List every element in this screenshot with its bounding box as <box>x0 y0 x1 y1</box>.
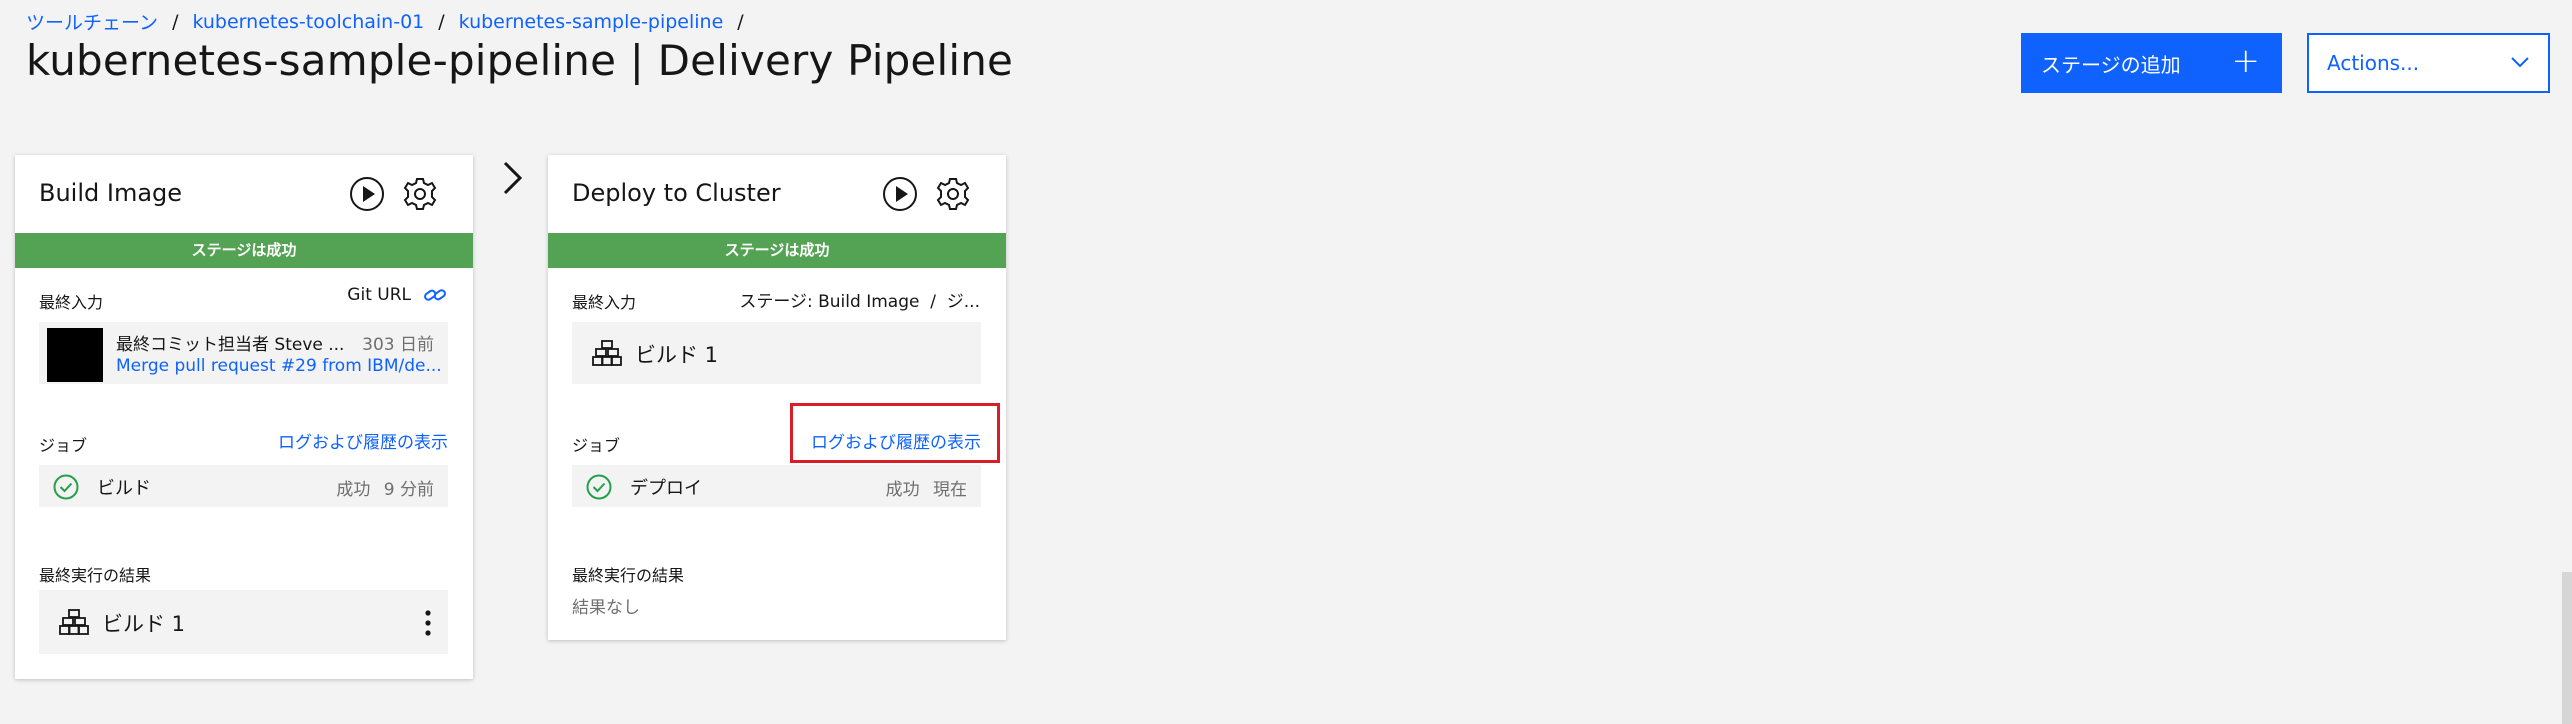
stage-settings-gear-icon[interactable] <box>401 175 439 213</box>
jobs-label: ジョブ <box>39 436 88 455</box>
run-stage-icon[interactable] <box>348 175 386 213</box>
stage-status-banner: ステージは成功 <box>548 233 1006 268</box>
last-run-result-value: 結果なし <box>572 598 640 618</box>
stage-title: Deploy to Cluster <box>572 179 781 207</box>
input-build-tile[interactable]: ビルド 1 <box>572 322 981 384</box>
add-stage-button[interactable]: ステージの追加 + <box>2021 33 2282 93</box>
stage-settings-gear-icon[interactable] <box>934 175 972 213</box>
job-name: デプロイ <box>630 478 702 499</box>
job-time: 現在 <box>933 480 967 500</box>
input-build-value: ビルド 1 <box>635 343 719 367</box>
overflow-menu-icon[interactable] <box>424 610 432 636</box>
last-run-result-value: ビルド 1 <box>102 612 186 636</box>
view-logs-history-link[interactable]: ログおよび履歴の表示 <box>278 428 448 453</box>
plus-icon: + <box>2231 41 2261 81</box>
commit-author: 最終コミット担当者 Steve ... <box>116 335 345 355</box>
last-run-result-label: 最終実行の結果 <box>39 566 152 585</box>
job-result: 成功 <box>336 480 371 500</box>
add-stage-label: ステージの追加 <box>2041 52 2181 77</box>
breadcrumb-separator: / <box>172 10 179 33</box>
job-name: ビルド <box>97 478 151 499</box>
last-run-result-label: 最終実行の結果 <box>572 566 685 585</box>
breadcrumb-toolchain-name[interactable]: kubernetes-toolchain-01 <box>192 11 424 33</box>
page-scrollbar[interactable] <box>2562 572 2572 724</box>
stage-status-banner: ステージは成功 <box>15 233 473 268</box>
link-icon <box>424 289 446 301</box>
job-row-deploy[interactable]: デプロイ 成功 現在 <box>572 465 981 507</box>
view-logs-history-link[interactable]: ログおよび履歴の表示 <box>811 428 981 453</box>
stage-title: Build Image <box>39 179 183 207</box>
last-commit-tile[interactable]: 最終コミット担当者 Steve ... 303 日前 Merge pull re… <box>39 322 448 384</box>
avatar <box>47 328 103 382</box>
actions-label: Actions... <box>2327 51 2420 75</box>
job-row-build[interactable]: ビルド 成功 9 分前 <box>39 465 448 507</box>
stage-card-build-image: Build Image ステージは成功 最終入力 Git URL 最終コミット担… <box>15 155 473 679</box>
input-source-stage-link[interactable]: ステージ: Build Image / ジ... <box>739 287 980 312</box>
last-input-label: 最終入力 <box>572 293 637 312</box>
breadcrumb-pipeline-name[interactable]: kubernetes-sample-pipeline <box>459 11 724 33</box>
build-artifact-icon <box>592 340 622 366</box>
git-url-label: Git URL <box>347 285 411 305</box>
stage-arrow-icon <box>503 161 523 195</box>
run-stage-icon[interactable] <box>881 175 919 213</box>
breadcrumb-separator: / <box>438 10 445 33</box>
actions-dropdown[interactable]: Actions... <box>2307 33 2550 93</box>
job-status: 成功 現在 <box>886 475 967 500</box>
success-check-icon <box>586 474 612 500</box>
breadcrumb-toolchain[interactable]: ツールチェーン <box>26 8 158 35</box>
commit-age: 303 日前 <box>362 335 434 355</box>
success-check-icon <box>53 474 79 500</box>
job-time: 9 分前 <box>383 480 434 500</box>
breadcrumb-separator: / <box>737 10 744 33</box>
last-run-result-tile[interactable]: ビルド 1 <box>39 590 448 654</box>
stage-card-deploy-to-cluster: Deploy to Cluster ステージは成功 最終入力 ステージ: Bui… <box>548 155 1006 640</box>
page-title: kubernetes-sample-pipeline | Delivery Pi… <box>26 36 1014 85</box>
last-input-label: 最終入力 <box>39 293 104 312</box>
git-url-link[interactable]: Git URL <box>347 285 447 305</box>
job-status: 成功 9 分前 <box>336 475 434 500</box>
chevron-down-icon <box>2511 57 2529 68</box>
commit-message-link[interactable]: Merge pull request #29 from IBM/de... <box>116 356 442 376</box>
breadcrumb: ツールチェーン / kubernetes-toolchain-01 / kube… <box>26 8 758 35</box>
build-artifact-icon <box>59 609 89 635</box>
jobs-label: ジョブ <box>572 436 621 455</box>
job-result: 成功 <box>885 480 920 500</box>
